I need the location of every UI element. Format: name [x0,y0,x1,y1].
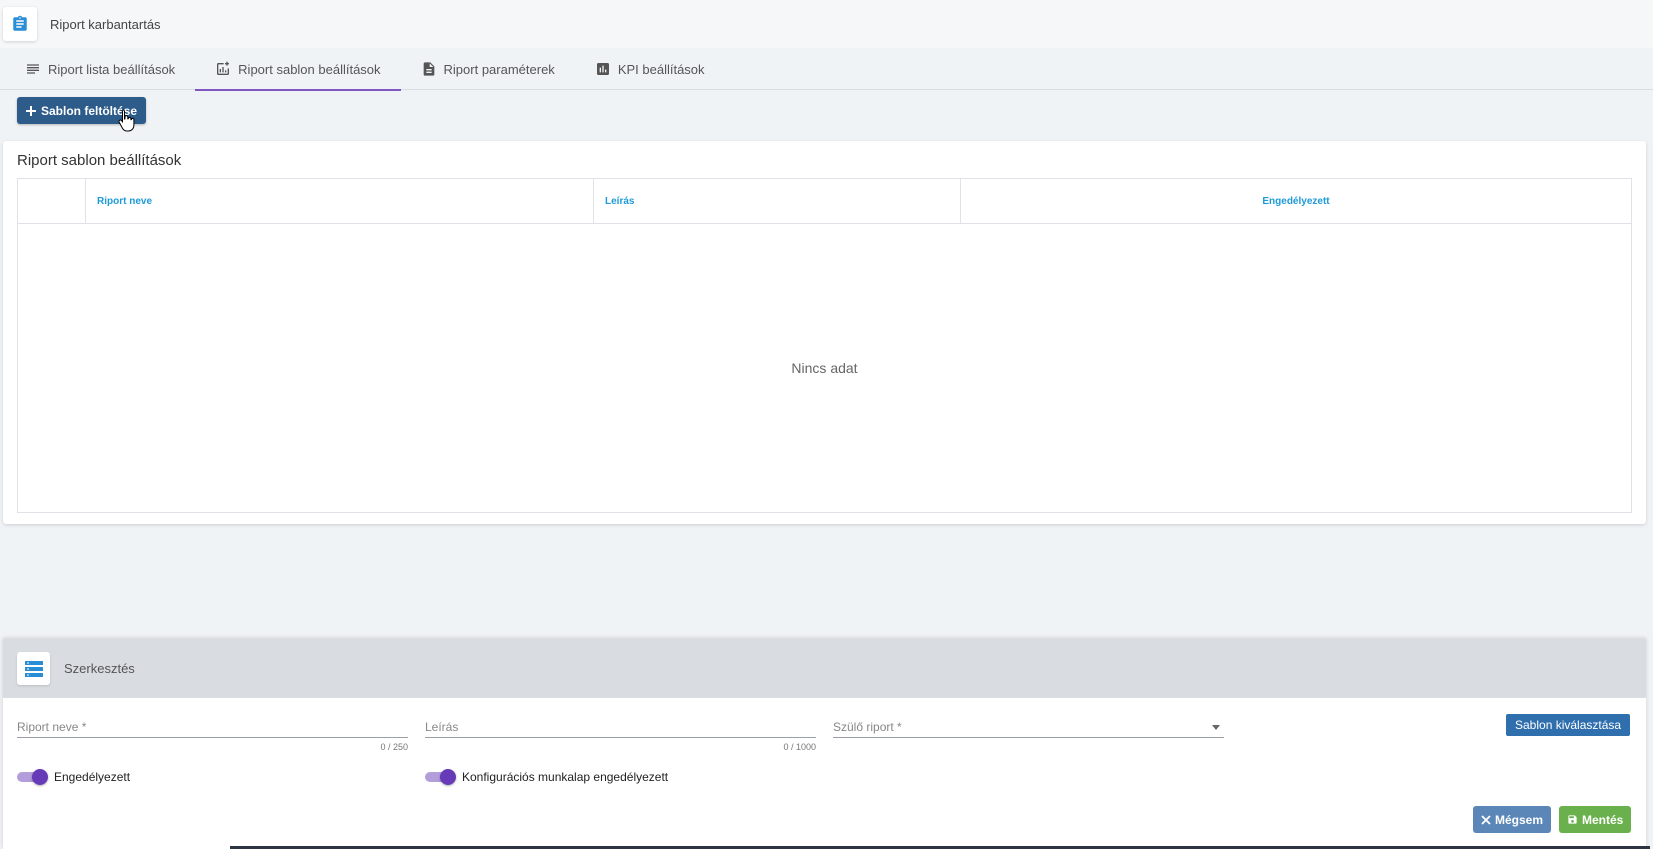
template-settings-card: Riport sablon beállítások Riport neve Le… [3,141,1646,524]
hand-cursor-icon [118,109,135,132]
enabled-toggle[interactable] [17,769,48,785]
grid-header: Riport neve Leírás Engedélyezett [18,179,1631,224]
tab-label: KPI beállítások [617,61,705,77]
cancel-button[interactable]: Mégsem [1473,806,1552,833]
enabled-toggle-label: Engedélyezett [54,770,131,784]
dropdown-arrow-icon [1212,725,1220,730]
parent-report-placeholder: Szülő riport * [833,720,902,734]
storage-list-icon [17,652,50,685]
select-template-button[interactable]: Sablon kiválasztása [1506,714,1631,736]
tab-label: Riport lista beállítások [48,61,176,77]
tab-report-parameters[interactable]: Riport paraméterek [401,48,575,90]
list-icon [27,64,39,74]
report-name-counter: 0 / 250 [380,742,408,752]
chart-add-icon [217,61,230,75]
tab-report-template-settings[interactable]: Riport sablon beállítások [195,48,401,91]
save-label: Mentés [1582,812,1624,827]
tab-label: Riport paraméterek [443,61,555,77]
tab-label: Riport sablon beállítások [238,61,381,77]
tab-kpi-settings[interactable]: KPI beállítások [575,48,725,90]
column-header-report-name[interactable]: Riport neve [86,179,594,224]
edit-panel-header: Szerkesztés [3,639,1646,698]
document-icon [423,62,434,76]
cancel-label: Mégsem [1495,812,1544,827]
column-header-enabled[interactable]: Engedélyezett [961,179,1631,224]
tab-bar: Riport lista beállítások Riport sablon b… [0,48,1653,91]
parent-report-select[interactable]: Szülő riport * [833,716,1224,738]
close-icon [1481,814,1491,825]
tab-report-list-settings[interactable]: Riport lista beállítások [5,48,195,90]
column-header-description[interactable]: Leírás [594,179,961,224]
template-grid: Riport neve Leírás Engedélyezett Nincs a… [17,178,1632,513]
card-title: Riport sablon beállítások [17,152,182,169]
enabled-toggle-row: Engedélyezett [17,769,130,785]
save-button[interactable]: Mentés [1559,806,1632,833]
clipboard-icon [3,7,37,41]
config-sheet-toggle-label: Konfigurációs munkalap engedélyezett [462,770,669,784]
description-field-wrap: 0 / 1000 [425,716,816,752]
page-title: Riport karbantartás [50,16,161,32]
plus-icon [26,105,36,116]
config-sheet-toggle-row: Konfigurációs munkalap engedélyezett [425,769,668,785]
edit-panel: Szerkesztés 0 / 250 0 / 1000 Szülő ripor… [3,639,1646,849]
edit-panel-title: Szerkesztés [64,661,135,676]
description-input[interactable] [425,716,816,738]
config-sheet-toggle[interactable] [425,769,456,785]
floppy-disk-icon [1568,815,1577,824]
description-counter: 0 / 1000 [783,742,816,752]
empty-state-message: Nincs adat [791,360,858,376]
report-name-field-wrap: 0 / 250 [17,716,408,752]
select-column-header[interactable] [18,179,86,224]
app-header: Riport karbantartás [0,0,1653,48]
report-name-input[interactable] [17,716,408,738]
bar-chart-icon [596,63,609,75]
